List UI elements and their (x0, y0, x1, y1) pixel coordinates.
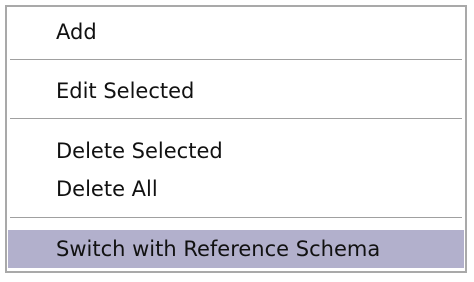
context-menu: Add Edit Selected Delete Selected Delete… (5, 5, 467, 273)
menu-separator (10, 118, 462, 120)
menu-item-switch-with-reference-schema[interactable]: Switch with Reference Schema (8, 230, 464, 268)
menu-item-delete-all[interactable]: Delete All (8, 171, 464, 207)
menu-item-edit-selected[interactable]: Edit Selected (8, 73, 464, 109)
menu-item-add[interactable]: Add (8, 14, 464, 50)
menu-separator (10, 217, 462, 219)
menu-item-delete-selected[interactable]: Delete Selected (8, 133, 464, 169)
menu-separator (10, 59, 462, 61)
